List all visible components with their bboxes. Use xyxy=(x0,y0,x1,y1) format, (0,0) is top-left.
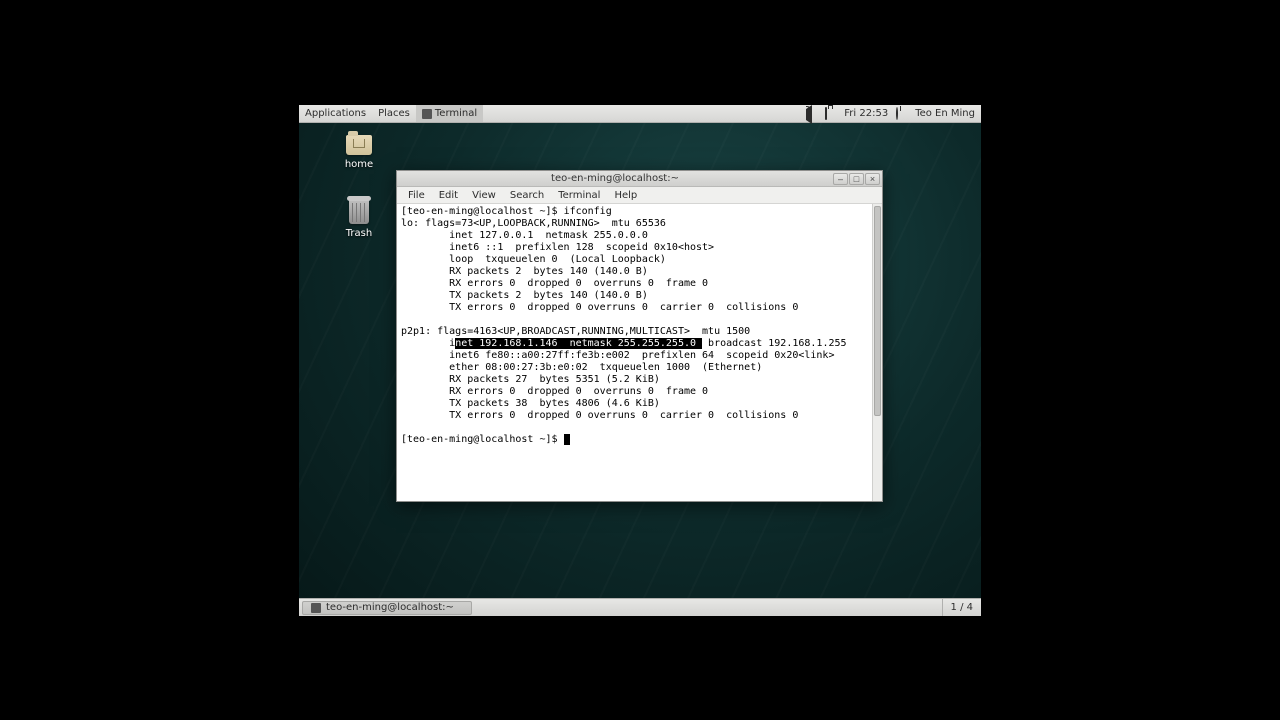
desktop-icon-home[interactable]: home xyxy=(329,135,389,170)
scrollbar[interactable] xyxy=(872,204,882,501)
terminal-launcher-label: Terminal xyxy=(435,108,477,119)
workspace-switcher[interactable]: 1 / 4 xyxy=(942,599,981,616)
output-line: RX errors 0 dropped 0 overruns 0 frame 0 xyxy=(401,386,708,397)
desktop-icon-trash[interactable]: Trash xyxy=(329,200,389,239)
user-menu[interactable]: Teo En Ming xyxy=(915,108,975,119)
system-tray: Fri 22:53 Teo En Ming xyxy=(806,108,981,119)
output-line: RX packets 27 bytes 5351 (5.2 KiB) xyxy=(401,374,660,385)
window-titlebar[interactable]: teo-en-ming@localhost:~ – □ × xyxy=(397,171,882,187)
network-icon[interactable] xyxy=(825,108,836,119)
applications-menu[interactable]: Applications xyxy=(299,108,372,119)
output-line: p2p1: flags=4163<UP,BROADCAST,RUNNING,MU… xyxy=(401,326,750,337)
menu-search[interactable]: Search xyxy=(503,189,551,202)
taskbar-item-terminal[interactable]: teo-en-ming@localhost:~ xyxy=(302,601,472,615)
output-line: i xyxy=(401,338,455,349)
desktop-icon-label: home xyxy=(329,159,389,170)
menubar: File Edit View Search Terminal Help xyxy=(397,187,882,204)
trash-icon xyxy=(349,200,369,224)
scrollbar-thumb[interactable] xyxy=(874,206,881,416)
window-close-button[interactable]: × xyxy=(865,173,880,185)
menu-help[interactable]: Help xyxy=(607,189,644,202)
prompt: [teo-en-ming@localhost ~]$ xyxy=(401,434,564,445)
bottom-panel: teo-en-ming@localhost:~ 1 / 4 xyxy=(299,598,981,616)
command-text: ifconfig xyxy=(564,206,612,217)
output-line: ether 08:00:27:3b:e0:02 txqueuelen 1000 … xyxy=(401,362,762,373)
menu-terminal[interactable]: Terminal xyxy=(551,189,607,202)
output-line: TX errors 0 dropped 0 overruns 0 carrier… xyxy=(401,302,798,313)
terminal-window[interactable]: teo-en-ming@localhost:~ – □ × File Edit … xyxy=(396,170,883,502)
output-line: RX errors 0 dropped 0 overruns 0 frame 0 xyxy=(401,278,708,289)
output-line: inet6 fe80::a00:27ff:fe3b:e002 prefixlen… xyxy=(401,350,834,361)
output-line: TX packets 38 bytes 4806 (4.6 KiB) xyxy=(401,398,660,409)
output-line: TX errors 0 dropped 0 overruns 0 carrier… xyxy=(401,410,798,421)
menu-edit[interactable]: Edit xyxy=(432,189,465,202)
terminal-icon xyxy=(311,603,321,613)
menu-file[interactable]: File xyxy=(401,189,432,202)
taskbar-item-label: teo-en-ming@localhost:~ xyxy=(326,602,454,613)
output-line: loop txqueuelen 0 (Local Loopback) xyxy=(401,254,666,265)
output-line: RX packets 2 bytes 140 (140.0 B) xyxy=(401,266,648,277)
window-title: teo-en-ming@localhost:~ xyxy=(397,173,833,184)
output-line: broadcast 192.168.1.255 xyxy=(702,338,847,349)
window-minimize-button[interactable]: – xyxy=(833,173,848,185)
output-line: lo: flags=73<UP,LOOPBACK,RUNNING> mtu 65… xyxy=(401,218,666,229)
folder-icon xyxy=(346,135,372,155)
terminal-icon xyxy=(422,109,432,119)
desktop-icon-label: Trash xyxy=(329,228,389,239)
menu-view[interactable]: View xyxy=(465,189,503,202)
output-line: TX packets 2 bytes 140 (140.0 B) xyxy=(401,290,648,301)
top-panel: Applications Places Terminal Fri 22:53 T… xyxy=(299,105,981,123)
selection-highlight: net 192.168.1.146 netmask 255.255.255.0 xyxy=(455,338,702,349)
volume-icon[interactable] xyxy=(806,108,817,119)
window-maximize-button[interactable]: □ xyxy=(849,173,864,185)
output-line: inet 127.0.0.1 netmask 255.0.0.0 xyxy=(401,230,648,241)
prompt: [teo-en-ming@localhost ~]$ xyxy=(401,206,564,217)
clock[interactable]: Fri 22:53 xyxy=(844,108,888,119)
power-icon[interactable] xyxy=(896,108,907,119)
terminal-launcher[interactable]: Terminal xyxy=(416,105,483,122)
output-line: inet6 ::1 prefixlen 128 scopeid 0x10<hos… xyxy=(401,242,714,253)
terminal-cursor xyxy=(564,434,570,445)
terminal-content[interactable]: [teo-en-ming@localhost ~]$ ifconfig lo: … xyxy=(397,204,872,501)
places-menu[interactable]: Places xyxy=(372,108,416,119)
